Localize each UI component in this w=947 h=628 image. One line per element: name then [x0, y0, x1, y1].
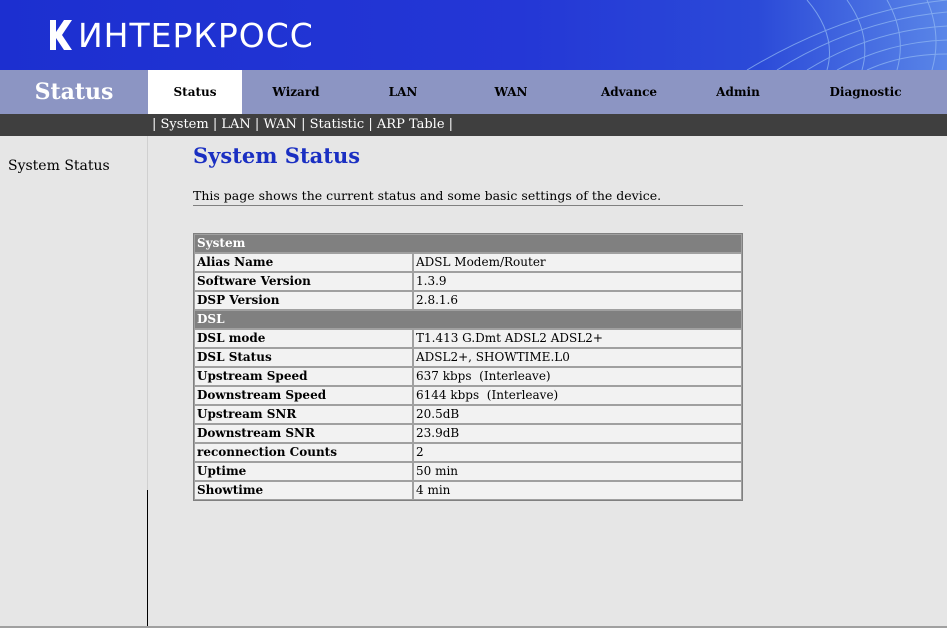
- globe-graphic-icon: [746, 0, 947, 70]
- row-value: ADSL2+, SHOWTIME.L0: [413, 348, 742, 367]
- row-value: 1.3.9: [413, 272, 742, 291]
- sidebar: System Status: [0, 136, 147, 628]
- row-label: DSP Version: [194, 291, 413, 310]
- tab-wan[interactable]: WAN: [456, 70, 566, 114]
- table-row: reconnection Counts 2: [194, 443, 742, 462]
- subnav-separator: |: [212, 117, 218, 132]
- row-label: Downstream Speed: [194, 386, 413, 405]
- logo-mark-icon: [50, 20, 72, 50]
- row-value: 50 min: [413, 462, 742, 481]
- subnav-separator: |: [368, 117, 373, 132]
- row-label: Showtime: [194, 481, 413, 500]
- subnav-wan[interactable]: WAN: [263, 117, 296, 132]
- row-label: reconnection Counts: [194, 443, 413, 462]
- table-row: Downstream SNR 23.9dB: [194, 424, 742, 443]
- sidebar-item-system-status[interactable]: System Status: [8, 158, 110, 174]
- status-table: System Alias Name ADSL Modem/Router Soft…: [193, 233, 743, 501]
- row-value: 23.9dB: [413, 424, 742, 443]
- subnav-separator: |: [152, 117, 157, 132]
- subnav-separator: |: [448, 117, 454, 132]
- row-value: 4 min: [413, 481, 742, 500]
- subnav-system[interactable]: System: [161, 117, 209, 132]
- top-nav: Status Status Wizard LAN WAN Advance Adm…: [0, 70, 947, 114]
- table-row: Uptime 50 min: [194, 462, 742, 481]
- tab-admin[interactable]: Admin: [692, 70, 784, 114]
- table-row: Upstream SNR 20.5dB: [194, 405, 742, 424]
- subnav-arp-table[interactable]: ARP Table: [377, 117, 445, 132]
- row-value: 20.5dB: [413, 405, 742, 424]
- row-label: Uptime: [194, 462, 413, 481]
- table-section-row: DSL: [194, 310, 742, 329]
- table-row: Showtime 4 min: [194, 481, 742, 500]
- row-value: 2.8.1.6: [413, 291, 742, 310]
- page-title: System Status: [193, 143, 361, 168]
- section-title: Status: [34, 79, 114, 105]
- tab-status[interactable]: Status: [148, 70, 242, 114]
- tab-advance[interactable]: Advance: [566, 70, 692, 114]
- table-row: DSP Version 2.8.1.6: [194, 291, 742, 310]
- table-row: Software Version 1.3.9: [194, 272, 742, 291]
- sub-nav: | System | LAN | WAN | Statistic | ARP T…: [0, 114, 947, 136]
- table-row: Downstream Speed 6144 kbps (Interleave): [194, 386, 742, 405]
- tab-wizard[interactable]: Wizard: [242, 70, 350, 114]
- row-label: Downstream SNR: [194, 424, 413, 443]
- row-value: ADSL Modem/Router: [413, 253, 742, 272]
- row-label: DSL Status: [194, 348, 413, 367]
- row-value: T1.413 G.Dmt ADSL2 ADSL2+: [413, 329, 742, 348]
- table-row: Upstream Speed 637 kbps (Interleave): [194, 367, 742, 386]
- brand-logo: ИНТЕРКРОСС: [50, 14, 314, 56]
- row-label: DSL mode: [194, 329, 413, 348]
- table-row: DSL mode T1.413 G.Dmt ADSL2 ADSL2+: [194, 329, 742, 348]
- row-label: Alias Name: [194, 253, 413, 272]
- row-value: 6144 kbps (Interleave): [413, 386, 742, 405]
- tab-lan[interactable]: LAN: [350, 70, 456, 114]
- section-header-system: System: [194, 234, 742, 253]
- subnav-separator: |: [301, 117, 306, 132]
- subnav-separator: |: [254, 117, 260, 132]
- row-value: 637 kbps (Interleave): [413, 367, 742, 386]
- row-value: 2: [413, 443, 742, 462]
- header-banner: ИНТЕРКРОСС: [0, 0, 947, 70]
- tab-diagnostic[interactable]: Diagnostic: [784, 70, 947, 114]
- section-header-dsl: DSL: [194, 310, 742, 329]
- row-label: Upstream Speed: [194, 367, 413, 386]
- page-description: This page shows the current status and s…: [193, 188, 743, 206]
- table-section-row: System: [194, 234, 742, 253]
- row-label: Software Version: [194, 272, 413, 291]
- table-row: DSL Status ADSL2+, SHOWTIME.L0: [194, 348, 742, 367]
- logo-text: ИНТЕРКРОСС: [78, 15, 314, 55]
- row-label: Upstream SNR: [194, 405, 413, 424]
- sidebar-divider: [147, 136, 148, 628]
- table-row: Alias Name ADSL Modem/Router: [194, 253, 742, 272]
- subnav-lan[interactable]: LAN: [221, 117, 250, 132]
- subnav-statistic[interactable]: Statistic: [310, 117, 365, 132]
